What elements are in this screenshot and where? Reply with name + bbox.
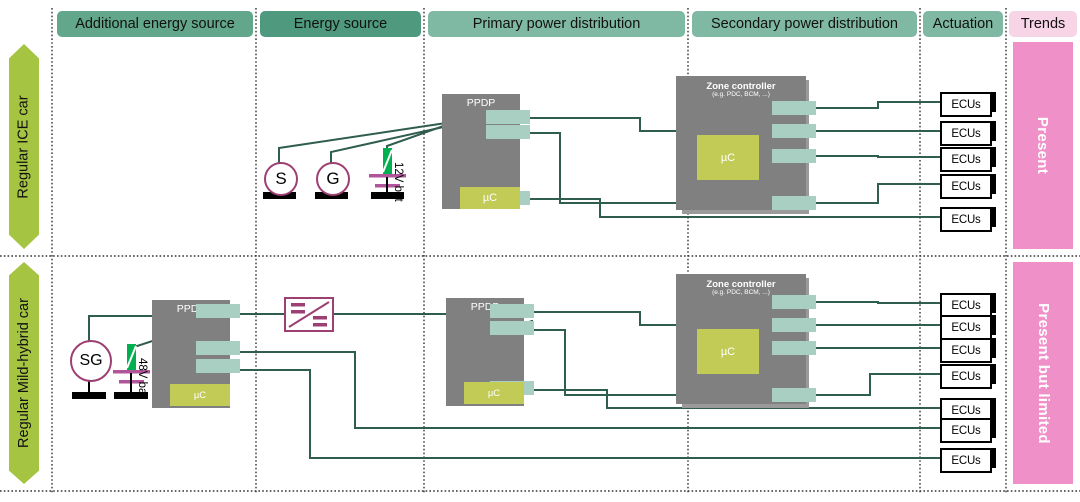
ppdp-hv-switch-1 [196,304,240,318]
starter-generator-source-symbol: SG [70,340,112,382]
row-label-text: Regular Mild-hybrid car [16,298,33,448]
ppdp-switch-1 [486,110,530,124]
zone-switch-2 [772,318,816,332]
starter-source-label: S [275,169,287,188]
diagram-canvas: Additional energy source Energy source P… [0,0,1080,502]
column-header-actuation: Actuation [923,11,1003,37]
zone-controller-module-row1: Zone controller (e.g. PDC, BCM, ...) µC [676,76,816,210]
column-header-primary-power-distribution: Primary power distribution [428,11,685,37]
ecu-box: ECUs [940,338,992,363]
zone-switch-3 [772,149,816,163]
column-header-energy-source: Energy source [260,11,421,37]
ecu-box: ECUs [940,121,992,146]
column-header-additional-energy-source: Additional energy source [57,11,253,37]
ppdp-switch-2 [486,125,530,139]
column-header-trends: Trends [1009,11,1077,37]
row-label-regular-ice-car: Regular ICE car [9,44,39,249]
ppdp-hv-switch-3 [196,359,240,373]
ppdp-lv-switch-2 [490,321,534,335]
row-label-text: Regular ICE car [16,94,32,199]
zone-controller-microcontroller: µC [697,329,759,374]
ppdp-module-row1: PPDP µC [442,94,530,209]
generator-source-label: G [326,169,340,188]
trend-cell-regular-mild-hybrid-car: Present but limited [1013,262,1073,484]
zone-switch-2 [772,124,816,138]
ppdp-hv-module-row2: PPDP µC [152,300,240,408]
wiring-layer [0,8,1080,494]
ecu-box: ECUs [940,147,992,172]
zone-switch-3 [772,341,816,355]
ecu-box: ECUs [940,92,992,117]
column-header-secondary-power-distribution: Secondary power distribution [692,11,917,37]
zone-switch-1 [772,101,816,115]
ecu-box: ECUs [940,364,992,389]
dc-dc-converter-icon [284,297,334,332]
ppdp-lv-switch-1 [490,304,534,318]
ppdp-lv-microcontroller: µC [464,382,524,404]
zone-controller-microcontroller: µC [697,135,759,180]
generator-source-symbol: G [316,162,350,196]
ppdp-hv-switch-2 [196,341,240,355]
starter-source-symbol: S [264,162,298,196]
ppdp-lv-module-row2: PPDP µC [446,298,534,406]
ecu-box: ECUs [940,174,992,199]
trend-text: Present [1034,116,1052,175]
ecu-box: ECUs [940,448,992,473]
ecu-box: ECUs [940,207,992,232]
zone-controller-module-row2: Zone controller (e.g. PDC, BCM, ...) µC [676,274,816,404]
ppdp-microcontroller: µC [460,187,520,209]
zone-switch-4 [772,388,816,402]
ecu-box: ECUs [940,315,992,340]
starter-generator-source-label: SG [79,352,103,369]
ecu-box: ECUs [940,418,992,443]
battery-12v-label-row1: 12V bat [392,162,404,202]
ppdp-title: PPDP [466,97,496,109]
zone-switch-1 [772,295,816,309]
trend-cell-regular-ice-car: Present [1013,42,1073,249]
row-label-regular-mild-hybrid-car: Regular Mild-hybrid car [9,262,39,484]
trend-text: Present but limited [1034,302,1052,444]
ppdp-hv-microcontroller: µC [170,384,230,406]
battery-48v-label: 48V bat [136,358,148,398]
zone-controller-subtitle: (e.g. PDC, BCM, ...) [712,91,770,98]
zone-switch-4 [772,196,816,210]
